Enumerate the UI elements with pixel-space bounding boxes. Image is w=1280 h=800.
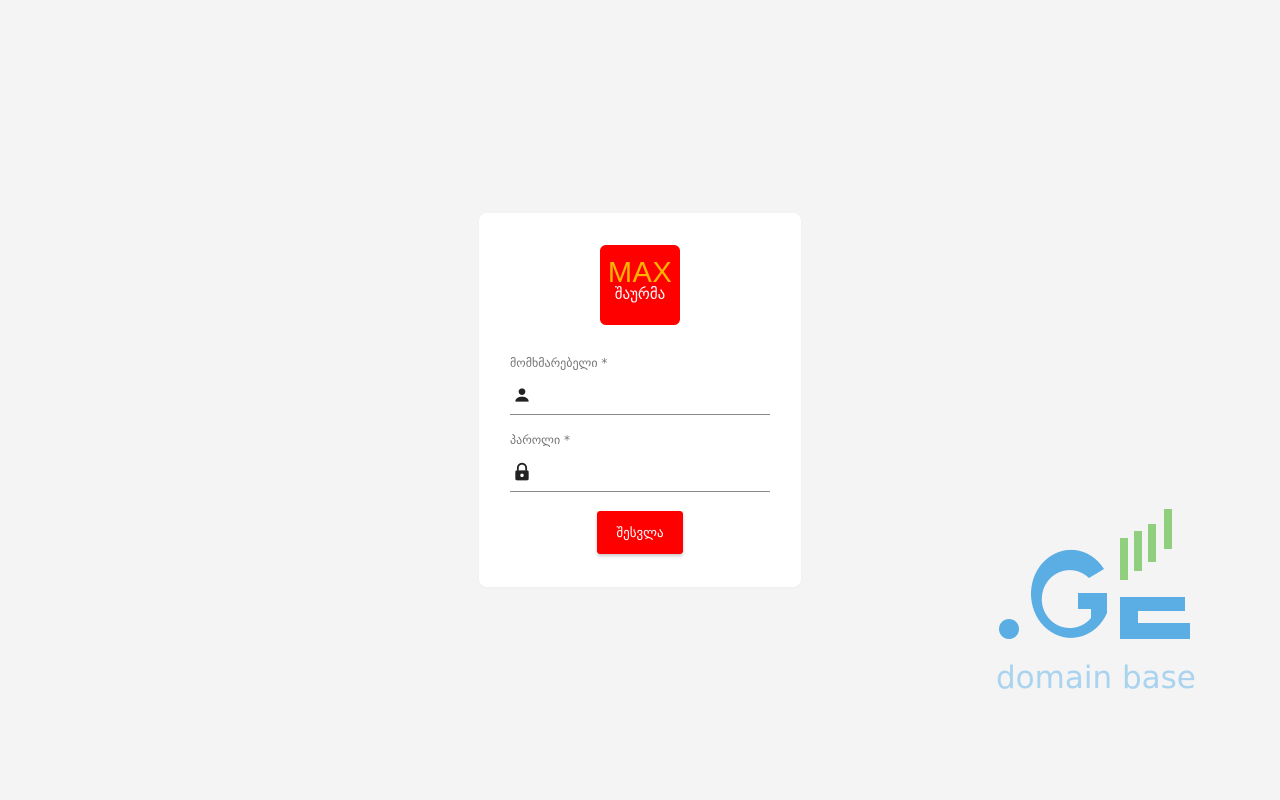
username-field-group: მომხმარებელი *: [510, 356, 772, 415]
username-input[interactable]: [542, 380, 772, 414]
domain-base-watermark: domain base: [990, 505, 1205, 705]
person-icon: [512, 385, 532, 405]
ge-logo-icon: [999, 509, 1190, 639]
brand-logo-max: MAX: [607, 257, 673, 289]
password-input[interactable]: [542, 457, 772, 491]
password-field-group: პაროლი *: [510, 433, 772, 492]
login-button[interactable]: შესვლა: [597, 511, 683, 554]
username-label: მომხმარებელი *: [510, 356, 608, 370]
watermark-caption: domain base: [996, 660, 1196, 696]
login-card: MAX შაურმა მომხმარებელი * პაროლი * შესვლ…: [479, 213, 801, 587]
password-row: [510, 457, 772, 492]
brand-logo: MAX შაურმა: [600, 245, 680, 325]
lock-icon: [512, 462, 532, 482]
password-label: პაროლი *: [510, 433, 570, 447]
username-row: [510, 380, 772, 415]
